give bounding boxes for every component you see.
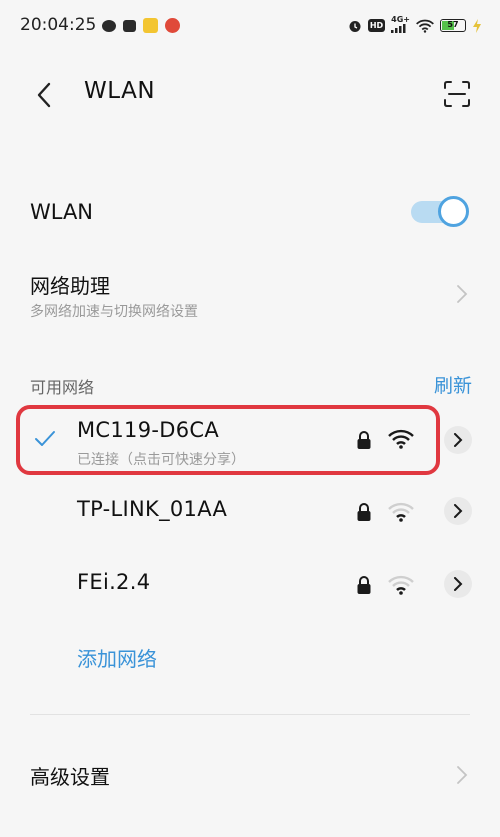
wifi-signal-weak-icon (388, 502, 414, 522)
charging-icon (473, 18, 481, 33)
app-yellow-icon (143, 18, 158, 33)
back-button[interactable] (30, 80, 60, 110)
scan-button[interactable] (442, 79, 472, 109)
chevron-right-icon (454, 577, 463, 591)
lock-icon (357, 576, 371, 594)
available-networks-header: 可用网络 刷新 (0, 370, 500, 400)
book-icon (123, 19, 136, 32)
wifi-status-icon (416, 19, 434, 33)
network-name: FEi.2.4 (77, 570, 151, 594)
network-type: 4G+ (391, 16, 410, 35)
chevron-right-icon (454, 504, 463, 518)
wlan-toggle-row[interactable]: WLAN (0, 188, 500, 238)
battery-icon: 57 (440, 19, 466, 32)
wifi-signal-weak-icon (388, 575, 414, 595)
status-bar: 20:04:25 HD 4G+ 57 (0, 0, 500, 50)
network-detail-button[interactable] (444, 426, 472, 454)
advanced-settings-label: 高级设置 (30, 765, 110, 789)
network-type-label: 4G+ (391, 15, 410, 24)
signal-icon (391, 24, 406, 33)
status-time: 20:04:25 (20, 15, 97, 35)
wlan-toggle-switch[interactable] (411, 196, 469, 227)
network-item-fei-2-4[interactable]: FEi.2.4 (0, 555, 500, 615)
chevron-right-icon (457, 285, 468, 303)
available-networks-label: 可用网络 (30, 378, 95, 397)
refresh-button[interactable]: 刷新 (434, 371, 472, 398)
network-detail-button[interactable] (444, 570, 472, 598)
lock-icon (357, 503, 371, 521)
page-title: WLAN (84, 78, 156, 104)
network-assistant-subtitle: 多网络加速与切换网络设置 (30, 304, 198, 320)
network-assistant-row[interactable]: 网络助理 多网络加速与切换网络设置 (0, 268, 500, 328)
toggle-knob (438, 196, 469, 227)
scan-icon (444, 81, 470, 107)
network-detail-button[interactable] (444, 497, 472, 525)
app-header: WLAN (0, 68, 500, 120)
back-arrow-icon (37, 82, 51, 108)
network-item-tp-link-01aa[interactable]: TP-LINK_01AA (0, 482, 500, 542)
battery-level: 57 (447, 20, 459, 29)
divider (30, 714, 470, 715)
status-right-icons: HD 4G+ 57 (348, 16, 482, 35)
chevron-right-icon (454, 433, 463, 447)
highlight-annotation (16, 405, 440, 475)
wlan-toggle-label: WLAN (30, 200, 94, 224)
notification-icons (102, 18, 180, 33)
advanced-settings-row[interactable]: 高级设置 (0, 755, 500, 795)
app-red-icon (165, 18, 180, 33)
alarm-icon (349, 20, 361, 32)
add-network-button[interactable]: 添加网络 (77, 643, 157, 672)
wechat-icon (102, 19, 116, 32)
hd-icon: HD (367, 19, 386, 32)
network-name: TP-LINK_01AA (77, 497, 228, 521)
network-assistant-title: 网络助理 (30, 274, 110, 298)
chevron-right-icon (457, 766, 468, 784)
